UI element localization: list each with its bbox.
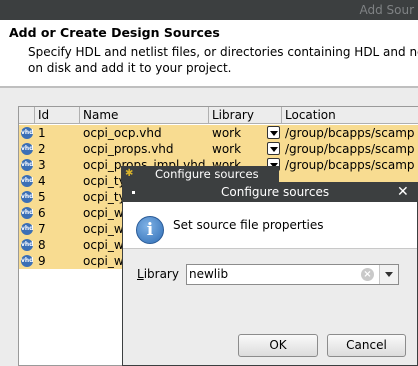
cell-id: 9 (38, 254, 46, 268)
library-dropdown-icon[interactable] (267, 126, 280, 139)
vhd-file-icon: vhd (21, 127, 33, 139)
cell-id: 5 (38, 190, 46, 204)
vhd-file-icon: vhd (21, 239, 33, 251)
window-title: Add Sour (359, 3, 414, 17)
cancel-button[interactable]: Cancel (327, 334, 406, 357)
table-row[interactable]: vhd 1 ocpi_ocp.vhd work/group/bcapps/scamp (19, 125, 418, 141)
configure-sources-back-titlebar: ✱ Configure sources (121, 166, 279, 182)
cell-library: work (212, 142, 242, 156)
wizard-header: Add or Create Design Sources Specify HDL… (0, 20, 418, 86)
page-title: Add or Create Design Sources (9, 25, 220, 40)
cell-id: 8 (38, 238, 46, 252)
app-icon: ✱ (125, 168, 134, 179)
ok-button[interactable]: OK (238, 334, 318, 357)
page-description: Specify HDL and netlist files, or direct… (28, 44, 418, 76)
description-line-1: Specify HDL and netlist files, or direct… (28, 45, 418, 59)
vhd-file-icon: vhd (21, 223, 33, 235)
table-header: Id Name Library Location (19, 107, 418, 124)
cell-location: /group/bcapps/scamp (285, 158, 415, 172)
table-row[interactable]: vhd 2 ocpi_props.vhd work/group/bcapps/scam… (19, 141, 418, 157)
dialog-message: Set source file properties (173, 218, 324, 232)
dialog-message-area: i Set source file properties (123, 202, 417, 249)
cell-location: /group/bcapps/scamp (285, 126, 415, 140)
cell-id: 1 (38, 126, 46, 140)
column-header-location[interactable]: Location (282, 107, 418, 124)
column-header-name[interactable]: Name (80, 107, 209, 124)
vhd-file-icon: vhd (21, 207, 33, 219)
vhd-file-icon: vhd (21, 191, 33, 203)
cell-id: 3 (38, 158, 46, 172)
back-dialog-title: Configure sources (155, 167, 259, 181)
cell-id: 4 (38, 174, 46, 188)
dialog-titlebar[interactable]: Configure sources ✕ (123, 183, 418, 202)
column-header-id[interactable]: Id (35, 107, 80, 124)
column-header-icon[interactable] (19, 107, 35, 124)
close-icon[interactable]: ✕ (397, 183, 409, 202)
description-line-2: on disk and add it to your project. (28, 61, 232, 75)
vhd-file-icon: vhd (21, 159, 33, 171)
column-header-library[interactable]: Library (209, 107, 282, 124)
configure-sources-dialog: Configure sources ✕ i Set source file pr… (122, 182, 418, 366)
dialog-title: Configure sources (221, 185, 330, 199)
cell-id: 7 (38, 222, 46, 236)
cell-location: /group/bcapps/scamp (285, 142, 415, 156)
window-titlebar: Add Sour (0, 0, 418, 20)
library-dropdown-icon[interactable] (267, 142, 280, 155)
vhd-file-icon: vhd (21, 143, 33, 155)
cell-library: work (212, 126, 242, 140)
cell-name: ocpi_ocp.vhd (83, 126, 162, 140)
chevron-down-icon[interactable] (379, 265, 398, 284)
vhd-file-icon: vhd (21, 255, 33, 267)
vhd-file-icon: vhd (21, 175, 33, 187)
library-combobox[interactable]: newlib × (186, 264, 399, 285)
clear-icon[interactable]: × (361, 268, 374, 281)
cell-id: 2 (38, 142, 46, 156)
library-label: Library (137, 267, 179, 281)
cell-id: 6 (38, 206, 46, 220)
library-input[interactable]: newlib (189, 267, 228, 281)
cell-name: ocpi_props.vhd (83, 142, 174, 156)
info-icon: i (136, 216, 164, 244)
window-menu-icon[interactable] (132, 191, 135, 194)
